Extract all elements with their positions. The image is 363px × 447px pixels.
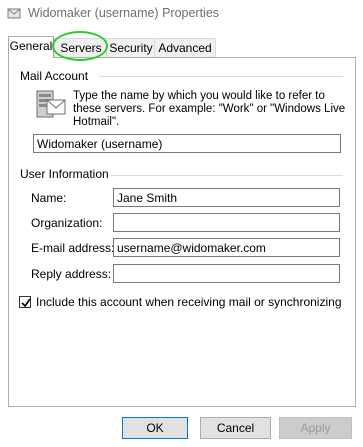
cancel-button[interactable]: Cancel	[200, 417, 271, 439]
mail-account-divider	[99, 76, 343, 77]
organization-label: Organization:	[31, 216, 103, 230]
reply-label: Reply address:	[31, 267, 112, 281]
user-info-divider	[111, 175, 343, 176]
mail-account-description: Type the name by which you would like to…	[73, 90, 346, 128]
mail-account-section-label: Mail Account	[20, 69, 89, 83]
mail-window-icon	[7, 6, 21, 20]
server-icon	[33, 88, 67, 125]
general-tab-panel: Mail Account Type the name by which you …	[8, 57, 356, 407]
tab-servers[interactable]: Servers	[54, 38, 108, 57]
apply-button[interactable]: Apply	[279, 417, 352, 439]
email-label: E-mail address:	[31, 241, 115, 255]
window-title: Widomaker (username) Properties	[28, 6, 220, 20]
ok-button[interactable]: OK	[122, 417, 188, 439]
reply-field[interactable]	[113, 264, 340, 283]
tab-security[interactable]: Security	[106, 38, 156, 57]
user-info-section-label: User Information	[20, 167, 109, 181]
title-bar: Widomaker (username) Properties	[0, 0, 363, 28]
tab-advanced[interactable]: Advanced	[154, 38, 216, 57]
email-field[interactable]: username@widomaker.com	[113, 238, 340, 257]
name-field[interactable]: Jane Smith	[113, 188, 340, 207]
checkmark-icon	[21, 298, 31, 308]
account-name-field[interactable]: Widomaker (username)	[33, 134, 341, 153]
include-account-label: Include this account when receiving mail…	[36, 295, 342, 309]
include-account-checkbox[interactable]	[19, 296, 31, 308]
name-label: Name:	[31, 191, 67, 205]
organization-field[interactable]	[113, 213, 340, 232]
tab-general[interactable]: General	[8, 36, 54, 58]
